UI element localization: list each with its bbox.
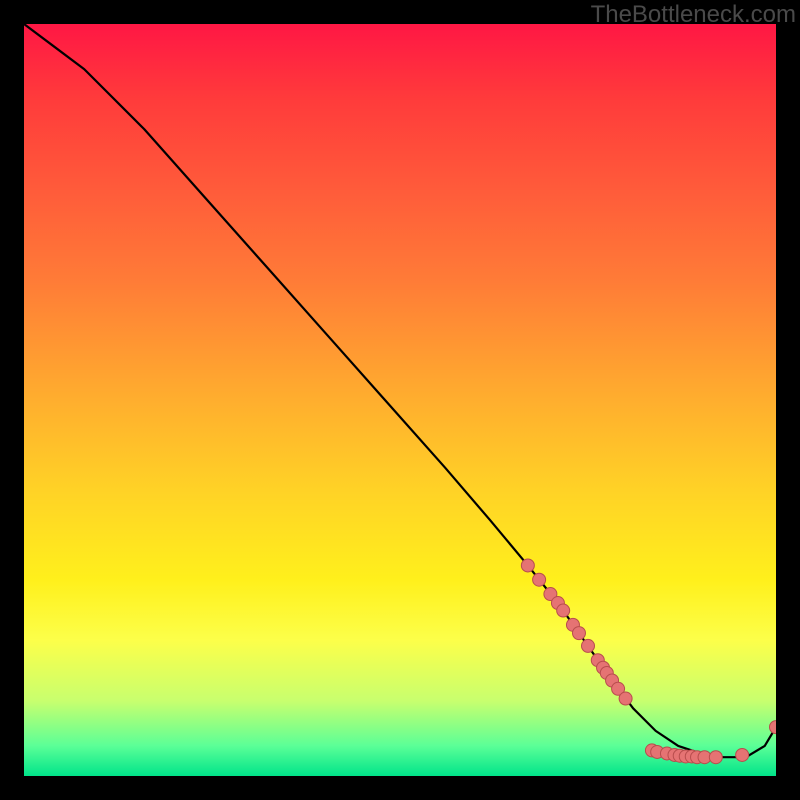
curve-markers: [521, 559, 776, 764]
data-point: [770, 721, 777, 734]
chart-container: TheBottleneck.com: [0, 0, 800, 800]
data-point: [572, 627, 585, 640]
data-point: [736, 748, 749, 761]
chart-svg: [24, 24, 776, 776]
data-point: [533, 573, 546, 586]
data-point: [582, 639, 595, 652]
data-point: [709, 751, 722, 764]
plot-area: [24, 24, 776, 776]
data-point: [521, 559, 534, 572]
data-point: [619, 692, 632, 705]
curve-line: [24, 24, 776, 757]
data-point: [557, 604, 570, 617]
